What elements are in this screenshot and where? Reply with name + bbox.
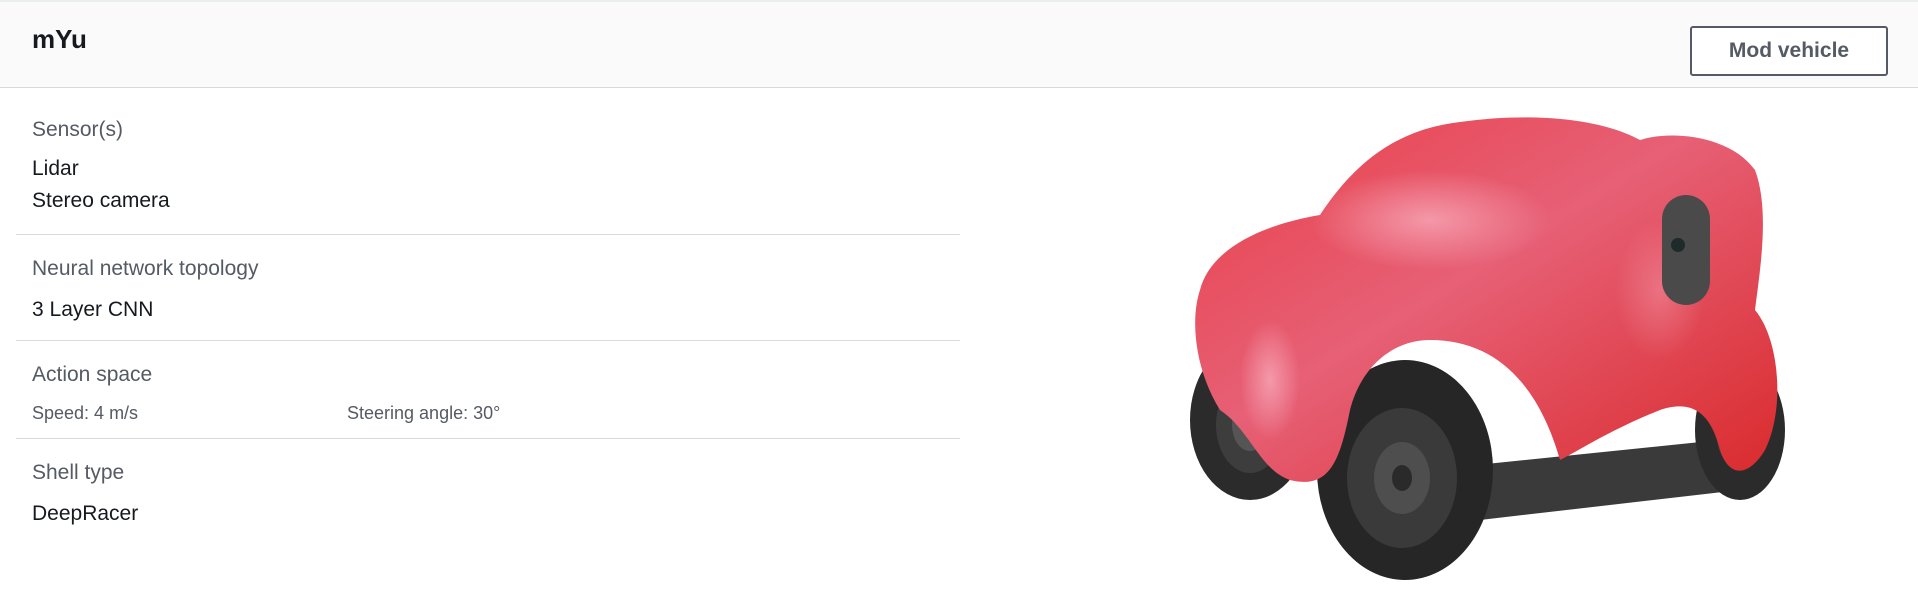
neural-network-label: Neural network topology: [32, 257, 259, 280]
page-header: mYu Mod vehicle: [0, 0, 1918, 88]
car-shell-icon: [1195, 117, 1778, 482]
sensor-item-lidar: Lidar: [32, 157, 79, 180]
neural-network-section: Neural network topology 3 Layer CNN: [16, 235, 960, 341]
shell-type-section: Shell type DeepRacer: [16, 439, 960, 579]
sensors-label: Sensor(s): [32, 118, 124, 141]
steering-angle-value: Steering angle: 30°: [347, 403, 501, 423]
action-space-section: Action space Speed: 4 m/s Steering angle…: [16, 341, 960, 439]
deepracer-car-image: [1190, 117, 1785, 580]
shell-type-value: DeepRacer: [32, 502, 139, 525]
mod-vehicle-button[interactable]: Mod vehicle: [1690, 26, 1888, 76]
action-space-label: Action space: [32, 363, 153, 386]
vehicle-name-title: mYu: [32, 24, 87, 54]
sensor-item-stereo-camera: Stereo camera: [32, 189, 170, 212]
vehicle-details-page: mYu Mod vehicle Sensor(s) Lidar Stereo c…: [0, 0, 1918, 612]
sensors-section: Sensor(s) Lidar Stereo camera: [16, 88, 960, 235]
speed-value: Speed: 4 m/s: [32, 403, 139, 423]
shell-type-label: Shell type: [32, 461, 125, 484]
vehicle-details-list: Sensor(s) Lidar Stereo camera Neural net…: [16, 88, 960, 579]
neural-network-value: 3 Layer CNN: [32, 298, 154, 321]
